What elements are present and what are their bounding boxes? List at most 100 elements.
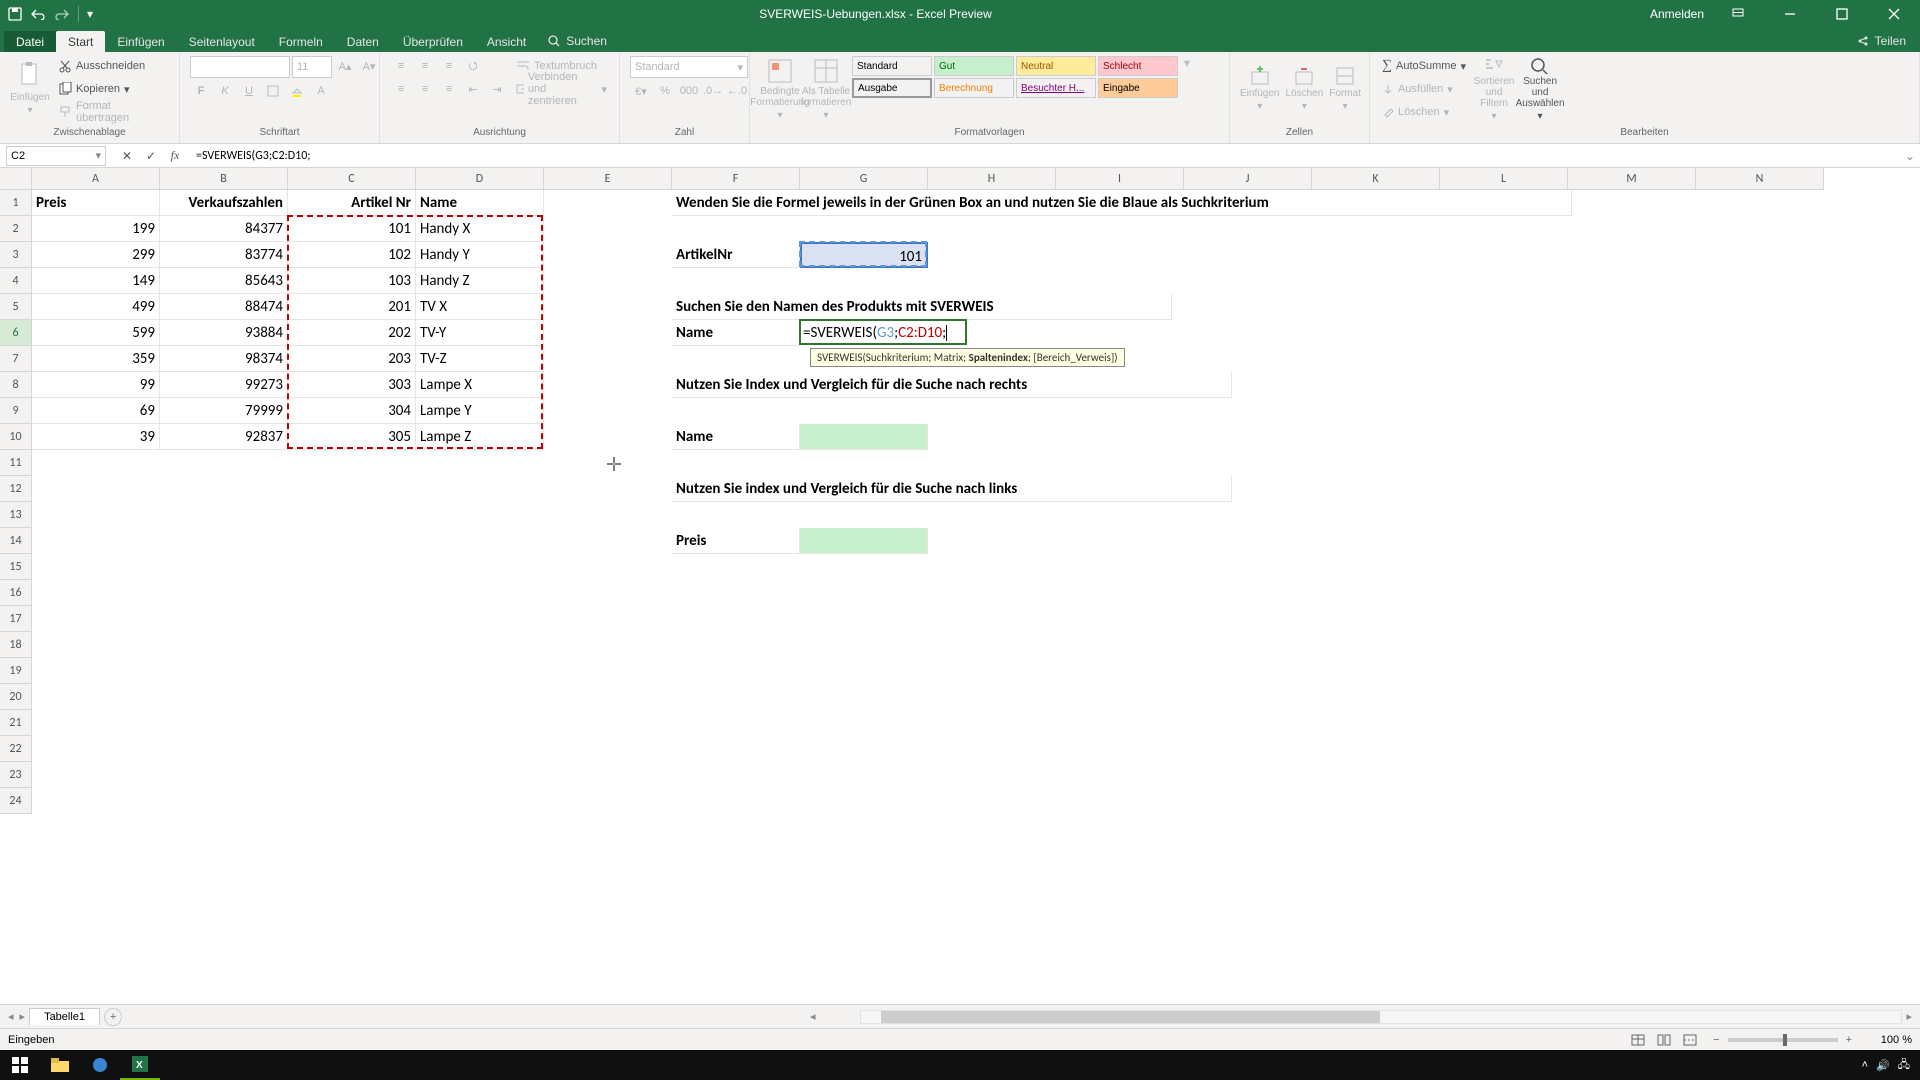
cell-A5[interactable]: 499 <box>32 294 160 320</box>
cell-B4[interactable]: 85643 <box>160 268 288 294</box>
cell-C5[interactable]: 201 <box>288 294 416 320</box>
qat-more-icon[interactable]: ▾ <box>87 7 93 21</box>
view-normal-icon[interactable] <box>1625 1031 1651 1049</box>
font-name-combo[interactable] <box>190 56 290 78</box>
paste-button[interactable]: Einfügen▾ <box>10 56 50 122</box>
row-header-7[interactable]: 7 <box>0 346 31 372</box>
edge-icon[interactable] <box>80 1050 120 1080</box>
row-header-12[interactable]: 12 <box>0 476 31 502</box>
signin-link[interactable]: Anmelden <box>1650 7 1704 21</box>
tab-view[interactable]: Ansicht <box>475 31 538 52</box>
cell-F5[interactable]: Suchen Sie den Namen des Produkts mit SV… <box>672 294 1172 320</box>
row-header-13[interactable]: 13 <box>0 502 31 528</box>
redo-icon[interactable] <box>54 8 70 20</box>
cell-F12[interactable]: Nutzen Sie index und Vergleich für die S… <box>672 476 1232 502</box>
col-header-L[interactable]: L <box>1440 168 1568 189</box>
cell-B9[interactable]: 79999 <box>160 398 288 424</box>
row-header-19[interactable]: 19 <box>0 658 31 684</box>
cell-D8[interactable]: Lampe X <box>416 372 544 398</box>
cell-A8[interactable]: 99 <box>32 372 160 398</box>
row-header-1[interactable]: 1 <box>0 190 31 216</box>
tray-chevron-icon[interactable]: ˄ <box>1862 1059 1868 1071</box>
dec-decimal-icon[interactable]: ←.0 <box>726 81 748 101</box>
cell-C1[interactable]: Artikel Nr <box>288 190 416 216</box>
save-icon[interactable] <box>8 7 22 21</box>
style-besuchter[interactable]: Besuchter H... <box>1016 78 1096 98</box>
sort-filter-button[interactable]: Sortieren und Filtern▾ <box>1474 56 1514 122</box>
cell-styles-gallery[interactable]: Standard Gut Neutral Schlecht Ausgabe Be… <box>852 56 1178 98</box>
cell-A4[interactable]: 149 <box>32 268 160 294</box>
maximize-icon[interactable] <box>1824 0 1860 28</box>
cond-format-button[interactable]: Bedingte Formatierung▾ <box>760 56 800 122</box>
cell-B8[interactable]: 99273 <box>160 372 288 398</box>
style-ausgabe[interactable]: Ausgabe <box>852 78 932 98</box>
cell-C8[interactable]: 303 <box>288 372 416 398</box>
cell-D7[interactable]: TV-Z <box>416 346 544 372</box>
tell-me-search[interactable]: Suchen <box>538 30 617 52</box>
increase-font-icon[interactable]: A▴ <box>334 56 356 76</box>
cell-C2[interactable]: 101 <box>288 216 416 242</box>
insert-function-icon[interactable]: fx <box>164 146 186 166</box>
tab-data[interactable]: Daten <box>335 31 391 52</box>
borders-button[interactable] <box>262 81 284 101</box>
cell-F1[interactable]: Wenden Sie die Formel jeweils in der Grü… <box>672 190 1572 216</box>
align-center-icon[interactable]: ≡ <box>414 79 436 99</box>
cell-F10[interactable]: Name <box>672 424 800 450</box>
delete-cells-button[interactable]: Löschen▾ <box>1285 56 1323 122</box>
accounting-format-icon[interactable]: €▾ <box>630 81 652 101</box>
col-header-K[interactable]: K <box>1312 168 1440 189</box>
row-header-16[interactable]: 16 <box>0 580 31 606</box>
zoom-slider[interactable] <box>1728 1038 1838 1042</box>
start-button[interactable] <box>0 1050 40 1080</box>
dec-indent-icon[interactable]: ⇤ <box>462 79 484 99</box>
font-size-combo[interactable]: 11 <box>292 56 332 78</box>
style-standard[interactable]: Standard <box>852 56 932 76</box>
cell-D9[interactable]: Lampe Y <box>416 398 544 424</box>
clear-button[interactable]: Löschen▾ <box>1380 102 1468 122</box>
tray-volume-icon[interactable]: 🔊 <box>1876 1059 1890 1072</box>
cell-F3[interactable]: ArtikelNr <box>672 242 800 268</box>
align-middle-icon[interactable]: ≡ <box>414 56 436 76</box>
row-header-23[interactable]: 23 <box>0 762 31 788</box>
ribbon-options-icon[interactable] <box>1720 0 1756 28</box>
cell-B1[interactable]: Verkaufszahlen <box>160 190 288 216</box>
cell-F14[interactable]: Preis <box>672 528 800 554</box>
cell-editor[interactable]: =SVERWEIS(G3;C2:D10; <box>799 319 967 345</box>
col-header-G[interactable]: G <box>800 168 928 189</box>
tab-home[interactable]: Start <box>56 31 105 52</box>
insert-cells-button[interactable]: Einfügen▾ <box>1240 56 1279 122</box>
file-explorer-icon[interactable] <box>40 1050 80 1080</box>
row-header-3[interactable]: 3 <box>0 242 31 268</box>
align-right-icon[interactable]: ≡ <box>438 79 460 99</box>
col-header-N[interactable]: N <box>1696 168 1824 189</box>
col-header-I[interactable]: I <box>1056 168 1184 189</box>
cell-D4[interactable]: Handy Z <box>416 268 544 294</box>
cell-A3[interactable]: 299 <box>32 242 160 268</box>
tab-review[interactable]: Überprüfen <box>391 31 475 52</box>
cell-G3[interactable]: 101 <box>800 242 928 268</box>
zoom-out-icon[interactable]: − <box>1713 1034 1719 1046</box>
cell-F8[interactable]: Nutzen Sie Index und Vergleich für die S… <box>672 372 1232 398</box>
cell-D1[interactable]: Name <box>416 190 544 216</box>
view-page-break-icon[interactable] <box>1677 1031 1703 1049</box>
bold-button[interactable]: F <box>190 81 212 101</box>
tab-file[interactable]: Datei <box>4 31 56 52</box>
close-icon[interactable] <box>1876 0 1912 28</box>
row-header-9[interactable]: 9 <box>0 398 31 424</box>
row-header-2[interactable]: 2 <box>0 216 31 242</box>
copy-button[interactable]: Kopieren▾ <box>56 79 169 99</box>
cell-A10[interactable]: 39 <box>32 424 160 450</box>
col-header-J[interactable]: J <box>1184 168 1312 189</box>
cell-C6[interactable]: 202 <box>288 320 416 346</box>
cell-C10[interactable]: 305 <box>288 424 416 450</box>
col-header-H[interactable]: H <box>928 168 1056 189</box>
cell-B5[interactable]: 88474 <box>160 294 288 320</box>
cell-F6[interactable]: Name <box>672 320 800 346</box>
styles-more-icon[interactable]: ▾ <box>1184 56 1190 70</box>
tab-formulas[interactable]: Formeln <box>267 31 335 52</box>
row-header-18[interactable]: 18 <box>0 632 31 658</box>
align-bottom-icon[interactable]: ≡ <box>438 56 460 76</box>
col-header-F[interactable]: F <box>672 168 800 189</box>
align-left-icon[interactable]: ≡ <box>390 79 412 99</box>
decrease-font-icon[interactable]: A▾ <box>358 56 380 76</box>
